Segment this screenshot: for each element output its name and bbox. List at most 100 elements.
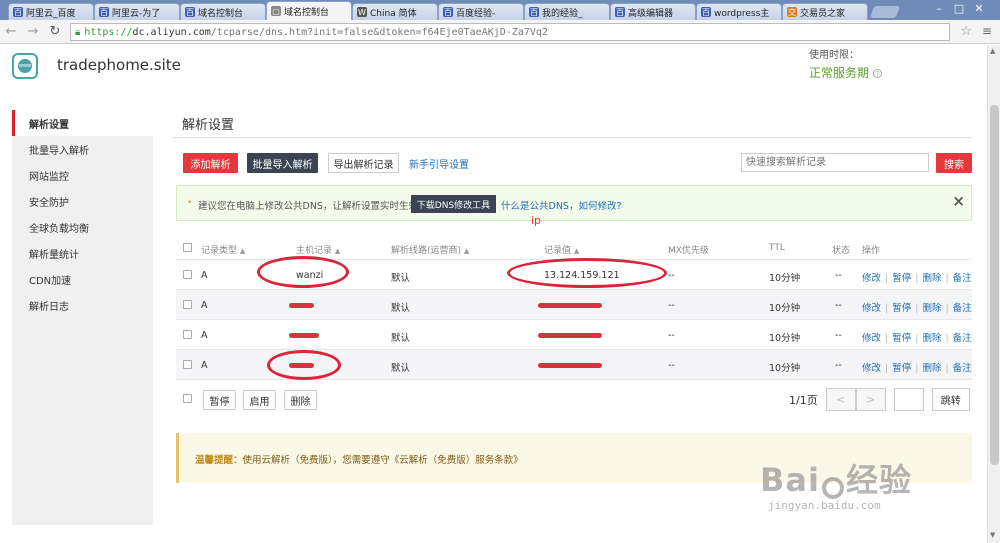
baidu-jingyan-watermark: Bai 经验 jingyan.baidu.com [760, 455, 912, 512]
sidebar-item[interactable]: 解析设置 [12, 110, 153, 136]
col-line[interactable]: 解析线路(运营商) ▲ [391, 243, 469, 256]
notice-label: 温馨提醒： [195, 455, 243, 466]
col-record-type[interactable]: 记录类型 ▲ [201, 243, 245, 256]
notice-terms-link[interactable]: 使用云解析（免费版），您需要遵守《云解析（免费版）服务条款》 [243, 455, 523, 466]
forward-icon[interactable]: → [22, 24, 44, 39]
select-all-bottom-checkbox[interactable] [183, 394, 192, 403]
row-action-link[interactable]: 暂停 [892, 303, 911, 314]
row-action-link[interactable]: 暂停 [892, 333, 911, 344]
separator: | [885, 273, 889, 284]
row-action-link[interactable]: 备注 [953, 363, 972, 374]
browser-tab-label: 阿里云-为了 [112, 8, 161, 19]
sidebar-item[interactable]: 解析量统计 [12, 240, 153, 266]
row-checkbox[interactable] [183, 270, 192, 279]
bookmark-star-icon[interactable]: ☆ [960, 24, 972, 39]
guide-link[interactable]: 新手引导设置 [409, 156, 469, 171]
sidebar-item[interactable]: 解析日志 [12, 292, 153, 318]
browser-tab[interactable]: 百阿里云_百度 [8, 3, 94, 20]
row-checkbox[interactable] [183, 300, 192, 309]
row-action-link[interactable]: 删除 [922, 303, 941, 314]
row-action-link[interactable]: 修改 [862, 333, 881, 344]
browser-tab[interactable]: 百高级编辑器 [610, 3, 696, 20]
scroll-down-icon[interactable]: ▼ [990, 531, 995, 539]
bulk-enable-button[interactable]: 启用 [243, 390, 276, 410]
row-action-link[interactable]: 删除 [922, 273, 941, 284]
page-scrollbar[interactable]: ▲ ▼ [987, 45, 1000, 543]
new-tab-button[interactable] [869, 6, 901, 18]
row-action-link[interactable]: 备注 [953, 333, 972, 344]
row-action-link[interactable]: 备注 [953, 273, 972, 284]
jump-button[interactable]: 跳转 [931, 388, 970, 411]
resolve-line: 默认 [391, 333, 411, 344]
sidebar-item[interactable]: 网站监控 [12, 162, 153, 188]
separator: | [885, 333, 889, 344]
what-is-public-dns-link[interactable]: 什么是公共DNS [501, 201, 569, 212]
how-to-modify-link[interactable]: 如何修改? [578, 201, 621, 212]
favicon-icon: 百 [701, 7, 711, 17]
favicon-icon: 百 [13, 7, 23, 17]
help-icon[interactable]: ? [873, 69, 883, 78]
separator: | [915, 273, 919, 284]
sidebar-item[interactable]: 全球负载均衡 [12, 214, 153, 240]
record-type: A [201, 360, 208, 371]
row-action-link[interactable]: 备注 [953, 303, 972, 314]
sidebar-item[interactable]: 安全防护 [12, 188, 153, 214]
select-all-checkbox[interactable] [183, 243, 192, 252]
close-window-icon[interactable]: ✕ [969, 1, 989, 15]
bulk-pause-button[interactable]: 暂停 [203, 390, 236, 410]
col-label: TTL [769, 243, 785, 253]
col-host[interactable]: 主机记录 ▲ [296, 243, 340, 256]
back-icon[interactable]: ← [0, 24, 22, 39]
sidebar-item[interactable]: CDN加速 [12, 266, 153, 292]
export-records-button[interactable]: 导出解析记录 [328, 153, 399, 173]
bulk-delete-button[interactable]: 删除 [284, 390, 317, 410]
col-label: 记录值 [544, 246, 572, 256]
browser-tab-label: China 简体 [370, 8, 417, 19]
row-action-link[interactable]: 删除 [922, 333, 941, 344]
row-action-link[interactable]: 暂停 [892, 363, 911, 374]
table-row: A 默认 -- 10分钟 -- 修改 | 暂停 | 删除 | 备注 [176, 290, 972, 320]
add-record-button[interactable]: 添加解析 [183, 153, 238, 173]
tip-text: 建议您在电脑上修改公共DNS，让解析设置实时生效。 [198, 201, 428, 212]
col-value[interactable]: 记录值 ▲ [544, 243, 579, 256]
maximize-icon[interactable]: □ [949, 1, 969, 15]
sidebar-item[interactable]: 批量导入解析 [12, 136, 153, 162]
row-action-link[interactable]: 暂停 [892, 273, 911, 284]
download-dns-tool-button[interactable]: 下载DNS修改工具 [411, 195, 496, 213]
minimize-icon[interactable]: – [929, 1, 949, 15]
row-action-link[interactable]: 修改 [862, 273, 881, 284]
redaction-mark [538, 333, 602, 338]
browser-tab[interactable]: W China 简体 [352, 3, 438, 20]
row-action-link[interactable]: 修改 [862, 363, 881, 374]
row-checkbox[interactable] [183, 360, 192, 369]
page-number-input[interactable] [893, 388, 924, 411]
ttl-value: 10分钟 [769, 273, 801, 284]
browser-tab[interactable]: 交交易员之家 [782, 3, 868, 20]
browser-tab[interactable]: 百域名控制台 [180, 3, 266, 20]
service-status-text: 正常服务期 [809, 66, 870, 80]
separator: | [945, 303, 949, 314]
row-checkbox[interactable] [183, 330, 192, 339]
browser-tab[interactable]: ▢ 域名控制台 [266, 1, 352, 20]
menu-icon[interactable]: ≡ [982, 24, 992, 38]
watermark-brand: Bai [760, 461, 820, 499]
browser-tab[interactable]: 百百度经验- [438, 3, 524, 20]
scroll-thumb[interactable] [990, 105, 999, 465]
search-button[interactable]: 搜索 [936, 153, 972, 173]
next-page-button[interactable]: > [855, 388, 886, 411]
browser-tab[interactable]: 百阿里云-为了 [94, 3, 180, 20]
browser-tab[interactable]: 百 wordpress主 [696, 3, 782, 20]
bulk-import-button[interactable]: 批量导入解析 [247, 153, 318, 173]
browser-tab[interactable]: 百我的经验_ [524, 3, 610, 20]
row-action-link[interactable]: 修改 [862, 303, 881, 314]
search-input[interactable] [741, 153, 929, 172]
watermark-url: jingyan.baidu.com [768, 499, 881, 512]
scroll-up-icon[interactable]: ▲ [990, 47, 995, 55]
url-field[interactable]: 🔒︎ https:// dc.aliyun.com /tcparse/dns.h… [70, 23, 950, 41]
close-icon[interactable]: × [952, 192, 965, 210]
reload-icon[interactable]: ↻ [44, 24, 66, 39]
favicon-icon: 百 [99, 7, 109, 17]
prev-page-button[interactable]: < [825, 388, 856, 411]
row-action-link[interactable]: 删除 [922, 363, 941, 374]
record-status: -- [835, 300, 842, 311]
